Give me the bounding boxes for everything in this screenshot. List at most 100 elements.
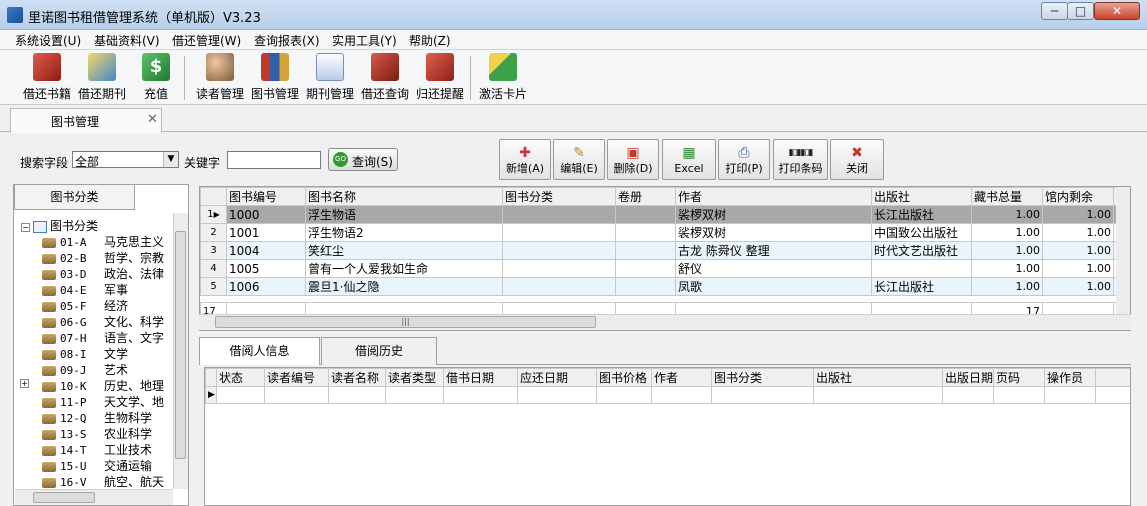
- toolbar-recharge[interactable]: $ 充值: [140, 53, 172, 102]
- toolbar-lending-query[interactable]: 借还查询: [359, 53, 411, 102]
- table-row[interactable]: 3 1004 笑红尘 古龙 陈舜仪 整理 时代文艺出版社 1.00 1.00: [200, 241, 1130, 260]
- window-close-button[interactable]: ✕: [1094, 2, 1140, 20]
- tab-borrow-history[interactable]: 借阅历史: [321, 337, 437, 365]
- window-title: 里诺图书租借管理系统（单机版）V3.23: [28, 11, 261, 26]
- cell-book-category: [502, 223, 616, 242]
- menu-basic-data[interactable]: 基础资料(V): [94, 32, 160, 49]
- tree-item[interactable]: 07-H 语言、文字: [42, 329, 164, 345]
- col-volume[interactable]: 卷册: [615, 187, 676, 206]
- col-operator[interactable]: 操作员: [1044, 368, 1096, 387]
- edit-button[interactable]: ✎ 编辑(E): [553, 139, 605, 180]
- col-total-stock[interactable]: 藏书总量: [971, 187, 1043, 206]
- excel-icon: ▦: [682, 145, 696, 161]
- category-name: 政治、法律: [104, 267, 165, 281]
- close-button[interactable]: ✖ 关闭: [830, 139, 884, 180]
- menu-reports[interactable]: 查询报表(X): [254, 32, 320, 49]
- maximize-button[interactable]: □: [1067, 2, 1094, 20]
- tab-book-management[interactable]: 图书管理 ✕: [10, 108, 162, 133]
- col-book-category[interactable]: 图书分类: [711, 368, 814, 387]
- category-name: 哲学、宗教: [104, 251, 165, 265]
- col-reader-id[interactable]: 读者编号: [264, 368, 329, 387]
- table-row[interactable]: 5 1006 震旦1·仙之隐 凤歌 长江出版社 1.00 1.00: [200, 277, 1130, 296]
- tree-item[interactable]: 03-D 政治、法律: [42, 265, 164, 281]
- category-code: 05-F: [60, 300, 87, 313]
- tree-scroll-thumb[interactable]: [175, 231, 186, 459]
- tree-item[interactable]: 06-G 文化、科学: [42, 313, 164, 329]
- book-category-icon: [42, 413, 56, 424]
- chevron-down-icon[interactable]: ▼: [163, 152, 178, 167]
- table-row[interactable]: ▶: [205, 386, 1130, 404]
- keyword-input[interactable]: [227, 151, 321, 169]
- tree-item[interactable]: 02-B 哲学、宗教: [42, 249, 164, 265]
- excel-export-button[interactable]: ▦ Excel: [662, 139, 716, 180]
- search-field-label: 搜索字段: [20, 156, 69, 170]
- toolbar-borrow-return-periodicals[interactable]: 借还期刊: [76, 53, 128, 102]
- tree-item[interactable]: 08-I 文学: [42, 345, 128, 361]
- tab-borrower-info[interactable]: 借阅人信息: [199, 337, 320, 365]
- print-button[interactable]: ⎙ 打印(P): [718, 139, 770, 180]
- tree-hscroll-thumb[interactable]: [33, 492, 95, 503]
- menu-tools[interactable]: 实用工具(Y): [332, 32, 397, 49]
- tree-item[interactable]: 16-V 航空、航天: [42, 473, 164, 489]
- category-code: 16-V: [60, 476, 87, 489]
- col-remaining[interactable]: 馆内剩余: [1042, 187, 1114, 206]
- category-code: 14-T: [60, 444, 87, 457]
- table-row[interactable]: 4 1005 曾有一个人爱我如生命 舒仪 1.00 1.00: [200, 259, 1130, 278]
- add-button[interactable]: ✚ 新增(A): [499, 139, 551, 180]
- tree-item[interactable]: 11-P 天文学、地: [42, 393, 164, 409]
- grid-hscroll-thumb[interactable]: |||: [215, 316, 596, 328]
- collapse-icon[interactable]: −: [21, 223, 30, 232]
- col-publisher[interactable]: 出版社: [813, 368, 943, 387]
- minimize-button[interactable]: ─: [1041, 2, 1068, 20]
- cell-author: 古龙 陈舜仪 整理: [675, 241, 872, 260]
- col-filler: [1095, 368, 1130, 387]
- delete-button[interactable]: ▣ 删除(D): [607, 139, 659, 180]
- grid-vertical-scrollbar[interactable]: [1116, 187, 1130, 314]
- col-publisher[interactable]: 出版社: [871, 187, 972, 206]
- expand-icon[interactable]: +: [20, 379, 29, 388]
- toolbar-periodical-management[interactable]: 期刊管理: [304, 53, 356, 102]
- col-reader-type[interactable]: 读者类型: [385, 368, 444, 387]
- tree-item[interactable]: 14-T 工业技术: [42, 441, 152, 457]
- col-book-id[interactable]: 图书编号: [226, 187, 306, 206]
- col-book-price[interactable]: 图书价格: [596, 368, 652, 387]
- col-book-category[interactable]: 图书分类: [502, 187, 616, 206]
- col-borrow-date[interactable]: 借书日期: [443, 368, 518, 387]
- col-due-date[interactable]: 应还日期: [517, 368, 597, 387]
- cell-book-id: 1001: [226, 223, 306, 242]
- cell-book-name: 震旦1·仙之隐: [305, 277, 503, 296]
- menu-lending[interactable]: 借还管理(W): [172, 32, 241, 49]
- table-row[interactable]: 2 1001 浮生物语2 裟椤双树 中国致公出版社 1.00 1.00: [200, 223, 1130, 242]
- tree-item[interactable]: 09-J 艺术: [42, 361, 128, 377]
- toolbar-activate-card[interactable]: 激活卡片: [477, 53, 529, 102]
- tree-item[interactable]: 12-Q 生物科学: [42, 409, 152, 425]
- tree-item[interactable]: 13-S 农业科学: [42, 425, 152, 441]
- tab-category[interactable]: 图书分类: [14, 184, 135, 210]
- tree-item[interactable]: 04-E 军事: [42, 281, 128, 297]
- col-author[interactable]: 作者: [651, 368, 712, 387]
- tree-item[interactable]: 05-F 经济: [42, 297, 128, 313]
- col-reader-name[interactable]: 读者名称: [328, 368, 386, 387]
- query-button[interactable]: GO 查询(S): [328, 148, 398, 171]
- tree-item[interactable]: 01-A 马克思主义: [42, 233, 164, 249]
- tree-root[interactable]: − 图书分类: [21, 217, 98, 233]
- toolbar-reader-management[interactable]: 读者管理: [194, 53, 246, 102]
- col-status[interactable]: 状态: [216, 368, 265, 387]
- col-author[interactable]: 作者: [675, 187, 872, 206]
- menu-system-settings[interactable]: 系统设置(U): [15, 32, 81, 49]
- search-field-select[interactable]: 全部 ▼: [72, 151, 179, 169]
- tree-item[interactable]: 15-U 交通运输: [42, 457, 152, 473]
- toolbar-book-management[interactable]: 图书管理: [249, 53, 301, 102]
- col-publish-date[interactable]: 出版日期: [942, 368, 994, 387]
- col-book-name[interactable]: 图书名称: [305, 187, 503, 206]
- toolbar-borrow-return-books[interactable]: 借还书籍: [22, 53, 72, 102]
- folder-icon: [33, 220, 47, 233]
- tree-item[interactable]: +10-K 历史、地理: [20, 377, 164, 393]
- toolbar-return-reminder[interactable]: 归还提醒: [414, 53, 466, 102]
- print-barcode-button[interactable]: ▮▯▮▮▯▮ 打印条码: [773, 139, 828, 180]
- tab-close-icon[interactable]: ✕: [147, 112, 158, 127]
- menu-help[interactable]: 帮助(Z): [409, 32, 451, 49]
- col-pages[interactable]: 页码: [993, 368, 1045, 387]
- table-row[interactable]: 1▶ 1000 浮生物语 裟椤双树 长江出版社 1.00 1.00: [200, 205, 1130, 224]
- cell-publisher: 长江出版社: [871, 205, 972, 224]
